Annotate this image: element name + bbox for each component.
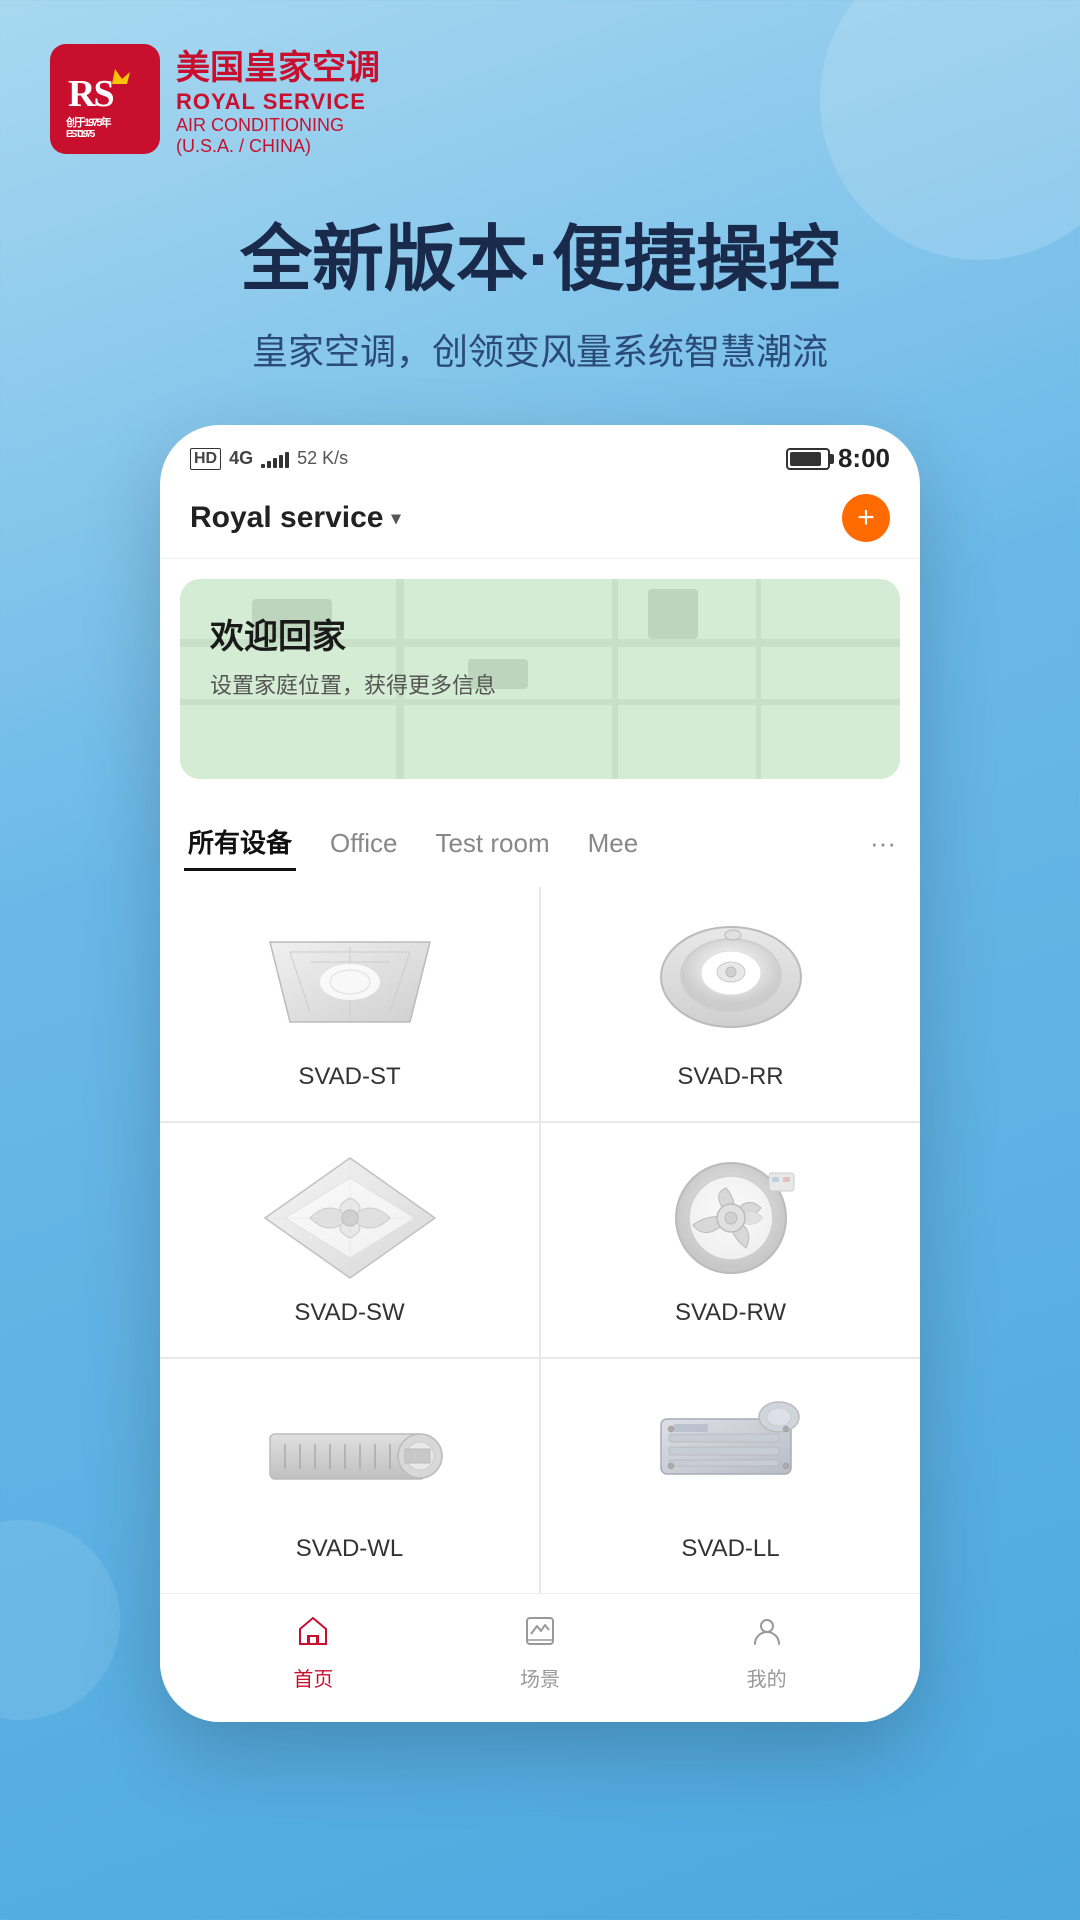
- signal-bar-2: [267, 461, 271, 468]
- logo-container: RS 创于1975年 EST.1975 美国皇家空调 ROYAL SERVICE…: [50, 40, 380, 157]
- device-grid: SVAD-ST: [160, 887, 920, 1593]
- signal-bars: [261, 450, 289, 468]
- map-card[interactable]: 欢迎回家 设置家庭位置，获得更多信息: [180, 579, 900, 779]
- tab-mee[interactable]: Mee: [584, 820, 643, 867]
- device-image-svad-ll: [631, 1389, 831, 1519]
- device-name-svad-ll: SVAD-LL: [681, 1535, 779, 1563]
- brand-name-en2: AIR CONDITIONING: [176, 115, 380, 136]
- hero-subtitle: 皇家空调，创领变风量系统智慧潮流: [40, 323, 1040, 375]
- tab-test-room[interactable]: Test room: [431, 820, 553, 867]
- nav-mine-label: 我的: [747, 1663, 787, 1692]
- device-name-svad-rr: SVAD-RR: [677, 1063, 783, 1091]
- map-welcome-text: 欢迎回家: [210, 609, 496, 658]
- battery-fill: [790, 452, 821, 466]
- status-left: HD 4G 52 K/s: [190, 448, 348, 470]
- logo-image: RS 创于1975年 EST.1975: [50, 44, 160, 154]
- brand-name-cn: 美国皇家空调: [176, 40, 380, 89]
- network-speed: 52 K/s: [297, 448, 348, 469]
- nav-scene-label: 场景: [520, 1663, 560, 1692]
- map-road-v2: [612, 579, 618, 779]
- device-tabs: 所有设备 Office Test room Mee ···: [160, 799, 920, 887]
- device-card-svad-rr[interactable]: SVAD-RR: [541, 887, 920, 1121]
- map-block-3: [648, 589, 698, 639]
- map-description: 设置家庭位置，获得更多信息: [210, 668, 496, 700]
- svg-text:创于1975年: 创于1975年: [65, 115, 111, 129]
- device-image-svad-wl: [250, 1389, 450, 1519]
- battery-icon: [786, 448, 830, 470]
- tabs-more[interactable]: ···: [870, 828, 896, 859]
- signal-bar-5: [285, 452, 289, 468]
- phone-wrapper: HD 4G 52 K/s 8:00 Roya: [0, 425, 1080, 1782]
- phone-mockup: HD 4G 52 K/s 8:00 Roya: [160, 425, 920, 1722]
- device-card-svad-ll[interactable]: SVAD-LL: [541, 1359, 920, 1593]
- device-image-svad-rw: [631, 1153, 831, 1283]
- network-4g: 4G: [229, 448, 253, 469]
- device-name-svad-sw: SVAD-SW: [294, 1299, 404, 1327]
- svg-text:RS: RS: [68, 73, 113, 115]
- home-icon: [296, 1614, 330, 1657]
- nav-home[interactable]: 首页: [293, 1614, 333, 1692]
- device-card-svad-sw[interactable]: SVAD-SW: [160, 1123, 539, 1357]
- device-card-svad-rw[interactable]: SVAD-RW: [541, 1123, 920, 1357]
- device-image-svad-sw: [250, 1153, 450, 1283]
- device-card-svad-wl[interactable]: SVAD-WL: [160, 1359, 539, 1593]
- tab-office[interactable]: Office: [326, 820, 401, 867]
- signal-bar-4: [279, 455, 283, 468]
- status-time: 8:00: [838, 443, 890, 474]
- device-card-svad-st[interactable]: SVAD-ST: [160, 887, 539, 1121]
- device-image-svad-st: [250, 917, 450, 1047]
- brand-name-en3: (U.S.A. / CHINA): [176, 136, 380, 157]
- logo-text: 美国皇家空调 ROYAL SERVICE AIR CONDITIONING (U…: [176, 40, 380, 157]
- signal-bar-1: [261, 464, 265, 468]
- bottom-navigation: 首页 场景 我的: [160, 1593, 920, 1722]
- nav-scene[interactable]: 场景: [520, 1614, 560, 1692]
- device-name-svad-rw: SVAD-RW: [675, 1299, 786, 1327]
- add-device-button[interactable]: +: [842, 494, 890, 542]
- phone-topbar: Royal service ▾ +: [160, 484, 920, 559]
- status-bar: HD 4G 52 K/s 8:00: [160, 425, 920, 484]
- user-icon: [750, 1614, 784, 1657]
- map-text-area: 欢迎回家 设置家庭位置，获得更多信息: [210, 609, 496, 700]
- scene-icon: [523, 1614, 557, 1657]
- device-image-svad-rr: [631, 917, 831, 1047]
- device-name-svad-wl: SVAD-WL: [296, 1535, 404, 1563]
- add-icon: +: [857, 503, 875, 533]
- brand-name-en1: ROYAL SERVICE: [176, 89, 380, 115]
- service-name: Royal service: [190, 501, 383, 535]
- svg-text:EST.1975: EST.1975: [66, 129, 96, 140]
- status-right: 8:00: [786, 443, 890, 474]
- tab-all-devices[interactable]: 所有设备: [184, 815, 296, 871]
- nav-mine[interactable]: 我的: [747, 1614, 787, 1692]
- dropdown-arrow-icon: ▾: [391, 508, 400, 529]
- network-type: HD: [190, 448, 221, 470]
- nav-home-label: 首页: [293, 1663, 333, 1692]
- device-name-svad-st: SVAD-ST: [298, 1063, 400, 1091]
- service-selector[interactable]: Royal service ▾: [190, 501, 401, 535]
- map-road-v3: [756, 579, 761, 779]
- signal-bar-3: [273, 458, 277, 468]
